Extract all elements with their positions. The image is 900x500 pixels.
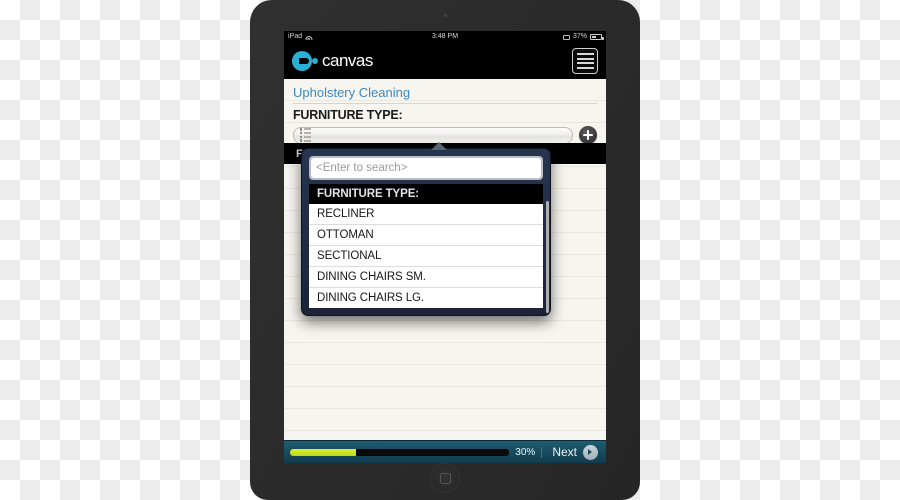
furniture-type-popover: FURNITURE TYPE: RECLINER OTTOMAN SECTION… bbox=[301, 142, 551, 316]
canvas-logo-icon bbox=[292, 51, 318, 71]
progress-percent-label: 30% bbox=[515, 446, 536, 458]
popover-list[interactable]: RECLINER OTTOMAN SECTIONAL DINING CHAIRS… bbox=[309, 204, 543, 308]
hamburger-menu-icon[interactable] bbox=[572, 48, 598, 74]
list-item[interactable]: DINING CHAIRS SM. bbox=[309, 267, 543, 288]
ipad-device-frame: iPad 3:48 PM 37% canvas Upholstery Clean… bbox=[250, 0, 640, 500]
page-title: Upholstery Cleaning bbox=[293, 85, 597, 104]
progress-bar bbox=[290, 448, 510, 456]
status-bar-right: 37% bbox=[562, 31, 604, 43]
next-button[interactable]: Next bbox=[542, 444, 606, 460]
screenshot-root: iPad 3:48 PM 37% canvas Upholstery Clean… bbox=[0, 0, 900, 500]
search-input[interactable] bbox=[311, 158, 541, 178]
battery-icon bbox=[590, 34, 604, 40]
list-item[interactable]: RECLINER bbox=[309, 204, 543, 225]
battery-percent-label: 37% bbox=[572, 33, 587, 40]
app-header: canvas bbox=[284, 43, 606, 79]
progress-section: 30% bbox=[284, 446, 543, 458]
form-area: Upholstery Cleaning FURNITURE TYPE: <Ent… bbox=[284, 79, 606, 440]
furniture-type-label: FURNITURE TYPE: bbox=[293, 108, 403, 122]
home-button[interactable] bbox=[431, 464, 459, 492]
arrow-right-circle-icon bbox=[583, 444, 598, 460]
front-camera bbox=[442, 13, 448, 18]
search-field-wrapper bbox=[309, 156, 543, 180]
home-button-square-icon bbox=[439, 472, 451, 484]
plus-circle-icon[interactable] bbox=[579, 126, 597, 144]
progress-bar-fill bbox=[290, 448, 356, 456]
bottom-toolbar: 30% Next bbox=[284, 440, 606, 463]
popover-list-scrollbar[interactable] bbox=[545, 201, 549, 313]
list-item[interactable]: OTTOMAN bbox=[309, 225, 543, 246]
list-select-icon bbox=[300, 128, 311, 142]
status-bar-clock: 3:48 PM bbox=[431, 33, 459, 40]
brand-name-label: canvas bbox=[322, 51, 373, 70]
device-screen: iPad 3:48 PM 37% canvas Upholstery Clean… bbox=[284, 31, 606, 463]
list-item[interactable]: SECTIONAL bbox=[309, 246, 543, 267]
popover-list-header: FURNITURE TYPE: bbox=[309, 184, 543, 204]
ios-status-bar: iPad 3:48 PM 37% bbox=[284, 31, 606, 43]
popover-arrow bbox=[431, 142, 447, 150]
furniture-type-select[interactable] bbox=[293, 126, 573, 144]
list-item[interactable]: DINING CHAIRS LG. bbox=[309, 288, 543, 308]
canvas-brand[interactable]: canvas bbox=[292, 51, 373, 71]
next-button-label: Next bbox=[552, 445, 577, 459]
rotation-lock-icon bbox=[562, 34, 570, 40]
